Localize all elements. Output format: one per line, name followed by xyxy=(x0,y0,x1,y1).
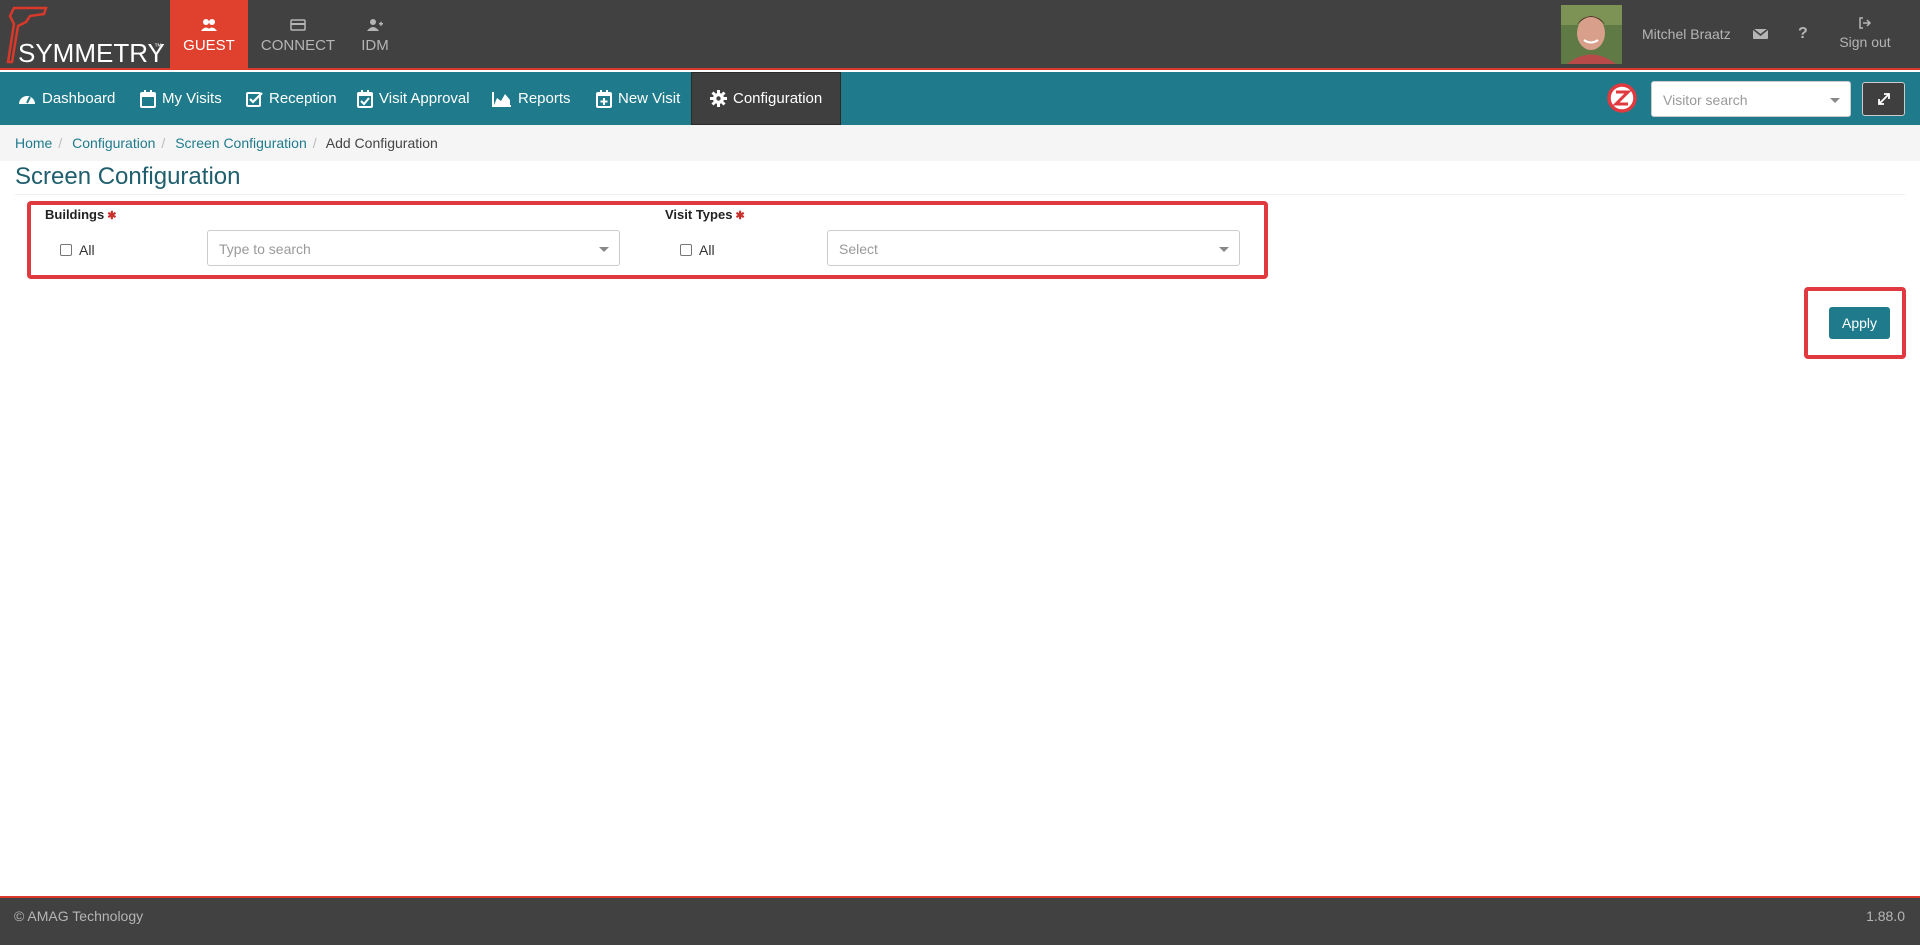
app-tab-label: IDM xyxy=(361,37,389,54)
nav-item-configuration[interactable]: Configuration xyxy=(691,72,842,125)
required-icon: ✱ xyxy=(107,210,117,222)
check-square-icon xyxy=(246,91,263,107)
chevron-down-icon xyxy=(1219,247,1229,252)
sign-out-label: Sign out xyxy=(1839,34,1891,50)
breadcrumb-configuration[interactable]: Configuration xyxy=(72,135,155,151)
logo-text: SYMMETRY xyxy=(18,38,165,68)
visit-types-select[interactable]: Select xyxy=(827,230,1240,266)
nav-item-reception[interactable]: Reception xyxy=(246,72,337,125)
users-icon xyxy=(201,19,217,31)
avatar[interactable] xyxy=(1561,5,1622,64)
visit-types-label: Visit Types ✱ xyxy=(665,207,745,222)
visit-types-placeholder: Select xyxy=(839,241,878,257)
breadcrumb-separator: / xyxy=(161,135,166,151)
envelope-icon[interactable] xyxy=(1752,27,1769,44)
nav-item-label: Configuration xyxy=(733,90,823,107)
visitor-search-select[interactable]: Visitor search xyxy=(1651,81,1851,117)
area-chart-icon xyxy=(492,91,511,107)
app-tab-label: CONNECT xyxy=(260,37,336,54)
symmetry-logo[interactable]: SYMMETRY ™ xyxy=(0,0,170,70)
nav-item-label: New Visit xyxy=(618,90,681,107)
nav-item-label: Reports xyxy=(518,90,571,107)
sign-out-icon xyxy=(1859,17,1872,29)
app-tab-connect[interactable]: CONNECT xyxy=(255,0,341,70)
nav-item-label: Visit Approval xyxy=(379,90,470,107)
chevron-down-icon xyxy=(1830,98,1840,103)
required-icon: ✱ xyxy=(735,210,745,222)
gear-icon xyxy=(710,90,727,107)
buildings-label-text: Buildings xyxy=(45,207,105,222)
breadcrumb-current: Add Configuration xyxy=(325,135,438,151)
fullscreen-button[interactable] xyxy=(1862,82,1905,116)
nav-item-label: Dashboard xyxy=(42,90,116,107)
no-visitor-icon[interactable] xyxy=(1606,82,1638,114)
checkbox-icon[interactable] xyxy=(680,244,692,256)
calendar-check-icon xyxy=(357,89,373,108)
breadcrumb-home[interactable]: Home xyxy=(15,135,52,151)
checkbox-icon[interactable] xyxy=(60,244,72,256)
dashboard-icon xyxy=(19,95,35,104)
card-icon xyxy=(290,19,306,31)
visit-types-all-checkbox[interactable]: All xyxy=(680,242,715,258)
nav-item-reports[interactable]: Reports xyxy=(492,72,571,125)
checkbox-label: All xyxy=(79,242,95,258)
expand-icon xyxy=(1877,93,1890,105)
breadcrumb-separator: / xyxy=(312,135,317,151)
help-icon[interactable]: ? xyxy=(1798,25,1808,43)
nav-item-visit-approval[interactable]: Visit Approval xyxy=(357,72,470,125)
page-title: Screen Configuration xyxy=(15,163,241,190)
nav-item-label: Reception xyxy=(269,90,337,107)
checkbox-label: All xyxy=(699,242,715,258)
buildings-select[interactable]: Type to search xyxy=(207,230,620,266)
nav-item-label: My Visits xyxy=(162,90,222,107)
nav-item-my-visits[interactable]: My Visits xyxy=(140,72,222,125)
user-name[interactable]: Mitchel Braatz xyxy=(1642,26,1731,42)
trademark: ™ xyxy=(154,42,162,51)
buildings-placeholder: Type to search xyxy=(219,241,311,257)
calendar-plus-icon xyxy=(596,89,612,108)
breadcrumb-screen-configuration[interactable]: Screen Configuration xyxy=(175,135,307,151)
apply-button[interactable]: Apply xyxy=(1829,307,1890,339)
breadcrumb-separator: / xyxy=(58,135,63,151)
sign-out-button[interactable]: Sign out xyxy=(1832,16,1898,50)
calendar-icon xyxy=(140,89,156,108)
version: 1.88.0 xyxy=(1866,908,1905,924)
visitor-search-placeholder: Visitor search xyxy=(1663,92,1748,108)
buildings-all-checkbox[interactable]: All xyxy=(60,242,95,258)
nav-item-new-visit[interactable]: New Visit xyxy=(596,72,680,125)
app-tab-idm[interactable]: IDM xyxy=(350,0,400,70)
nav-item-dashboard[interactable]: Dashboard xyxy=(18,72,115,125)
top-bar: SYMMETRY ™ GUEST CONNECT IDM Mitchel Bra… xyxy=(0,0,1920,70)
user-photo-icon xyxy=(1561,5,1622,64)
copyright: © AMAG Technology xyxy=(14,908,144,924)
breadcrumb: Home / Configuration / Screen Configuratio… xyxy=(0,125,1920,161)
footer: © AMAG Technology 1.88.0 xyxy=(0,896,1920,945)
user-plus-icon xyxy=(367,19,383,31)
app-tab-guest[interactable]: GUEST xyxy=(170,0,248,70)
visit-types-label-text: Visit Types xyxy=(665,207,733,222)
app-tab-label: GUEST xyxy=(183,37,235,54)
divider xyxy=(15,194,1905,195)
chevron-down-icon xyxy=(599,247,609,252)
buildings-label: Buildings ✱ xyxy=(45,207,116,222)
